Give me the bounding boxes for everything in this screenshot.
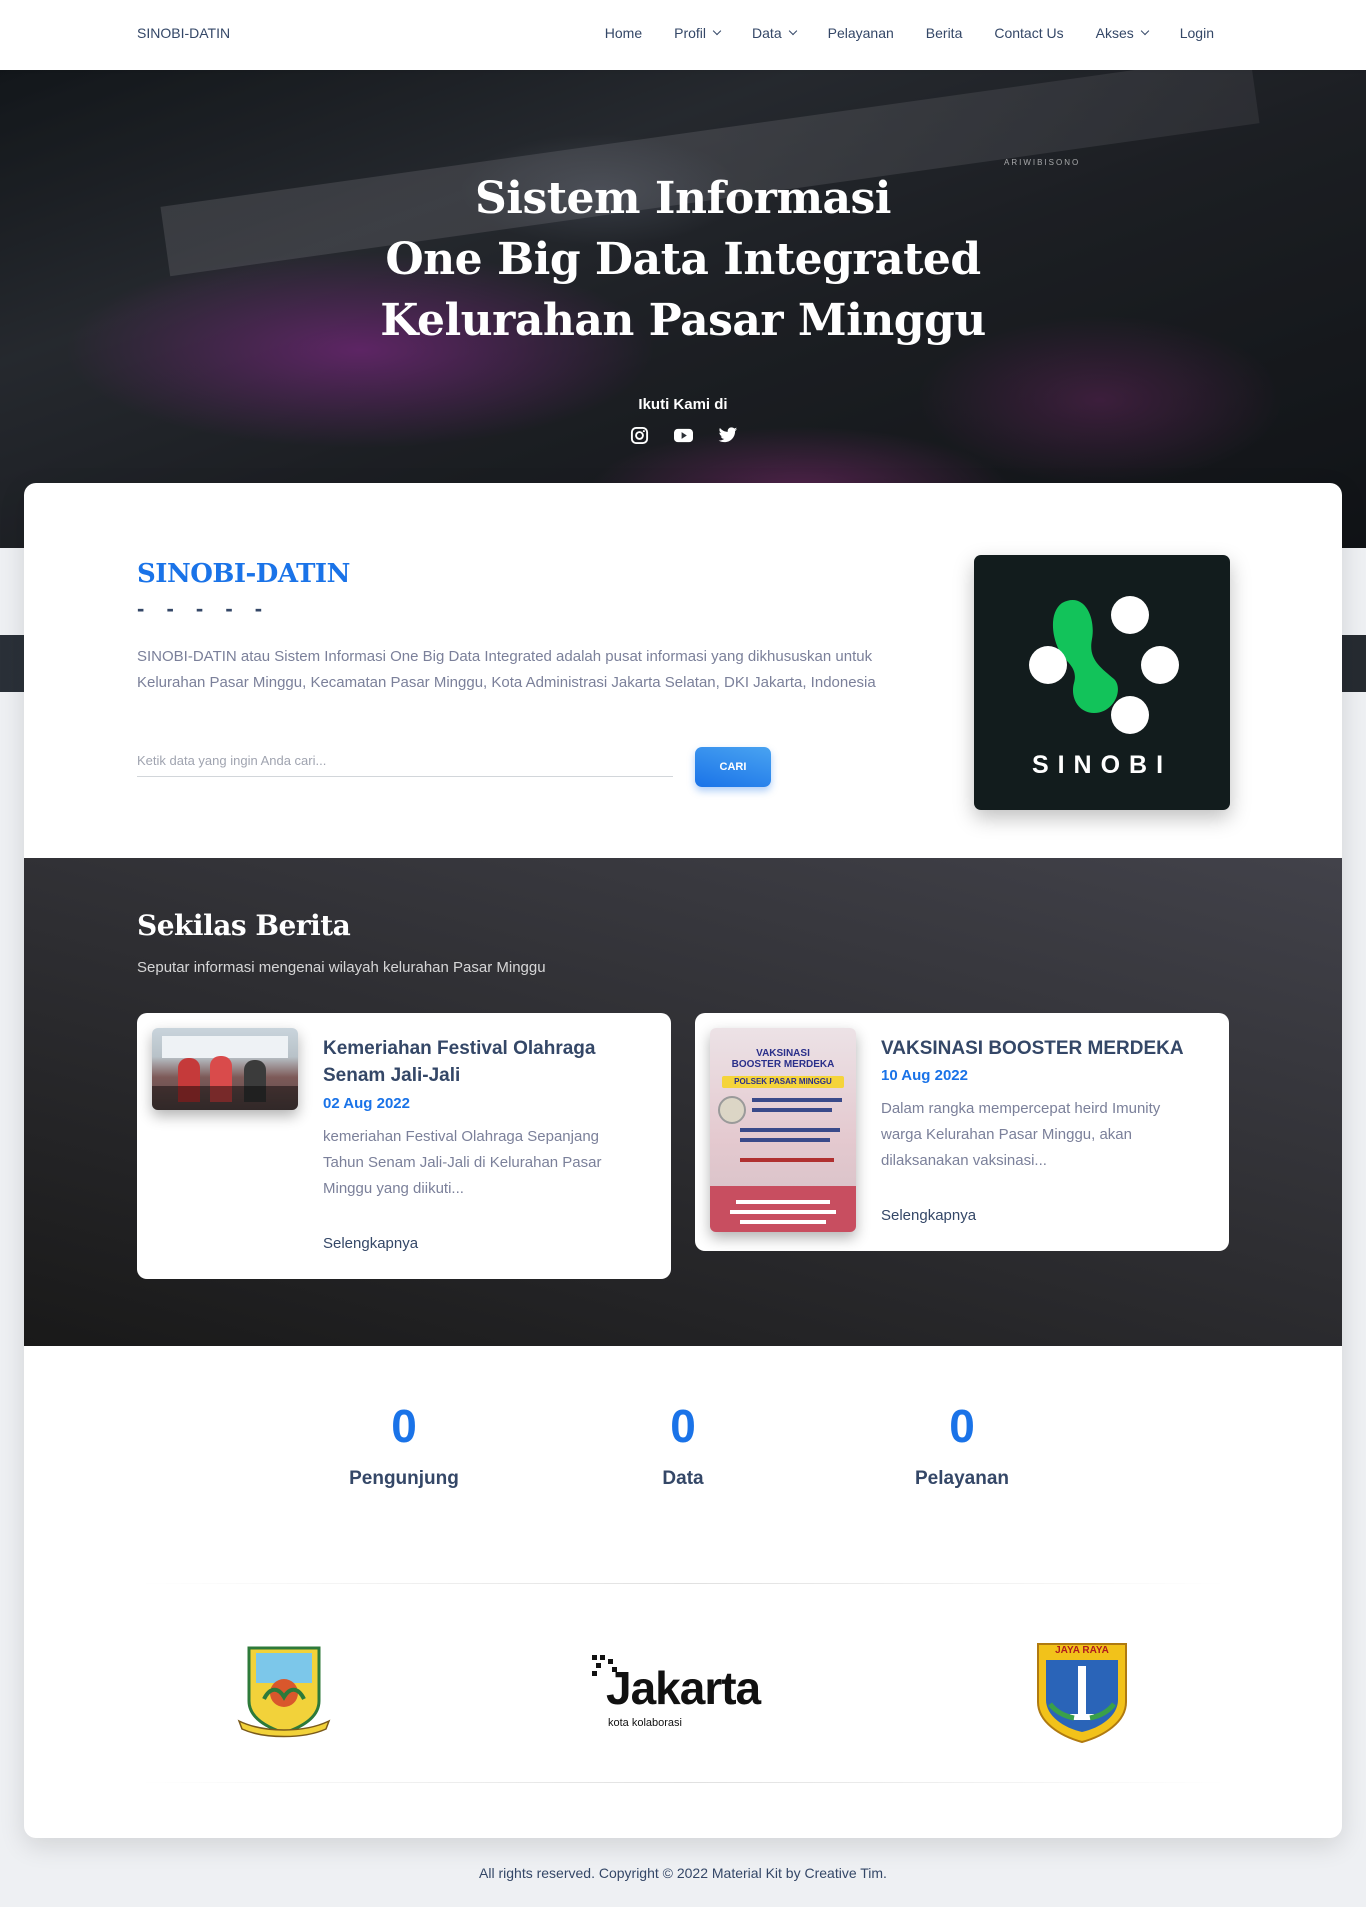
sinobi-mark-icon [1029, 596, 1179, 734]
youtube-icon[interactable] [673, 426, 694, 445]
instagram-icon[interactable] [630, 426, 649, 445]
footer-copyright: All rights reserved. Copyright © 2022 Ma… [479, 1865, 887, 1881]
brand-link[interactable]: SINOBI-DATIN [137, 25, 230, 41]
news-thumbnail[interactable]: VAKSINASI BOOSTER MERDEKA POLSEK PASAR M… [710, 1028, 856, 1232]
news-excerpt: kemeriahan Festival Olahraga Sepanjang T… [323, 1128, 602, 1197]
nav-contact-us[interactable]: Contact Us [994, 25, 1063, 41]
caption-overlay [152, 1086, 298, 1110]
divider [137, 1782, 1229, 1783]
news-title: Sekilas Berita [137, 909, 351, 942]
about-divider: - - - - - [137, 596, 271, 621]
read-more-link[interactable]: Selengkapnya [881, 1207, 976, 1224]
nav-links: Home Profil Data Pelayanan Berita Contac… [573, 25, 1214, 41]
stat-value: 0 [670, 1400, 696, 1452]
news-subtitle: Seputar informasi mengenai wilayah kelur… [137, 959, 546, 976]
news-title-link[interactable]: Kemeriahan Festival Olahraga Senam Jali-… [323, 1035, 623, 1089]
sinobi-logo-text: SINOBI [1031, 751, 1173, 779]
poster-footer [710, 1186, 856, 1232]
sinobi-logo: SINOBI [974, 555, 1230, 810]
social-links [630, 426, 738, 445]
news-title-link[interactable]: VAKSINASI BOOSTER MERDEKA [881, 1035, 1201, 1062]
divider [137, 1583, 1229, 1584]
stat-value: 0 [391, 1400, 417, 1452]
nav-profil-dropdown[interactable]: Profil [674, 25, 722, 41]
chevron-down-icon [1140, 26, 1149, 36]
news-card[interactable]: Kemeriahan Festival Olahraga Senam Jali-… [137, 1013, 671, 1279]
nav-pelayanan[interactable]: Pelayanan [828, 25, 894, 41]
search-input[interactable] [137, 745, 673, 777]
stat-label: Pelayanan [915, 1468, 1009, 1489]
jaksel-emblem-icon [237, 1646, 331, 1738]
poster-text-line [752, 1108, 832, 1112]
stat-visitors: 0 Pengunjung [304, 1400, 504, 1490]
jakarta-logo: Jakarta kota kolaborasi [592, 1653, 782, 1733]
poster-text-line [740, 1128, 840, 1132]
jaksel-emblem [234, 1643, 334, 1739]
about-title: SINOBI-DATIN [137, 559, 350, 589]
jakarta-wordmark: Jakarta [606, 1662, 761, 1714]
dki-banner-text: JAYA RAYA [1055, 1645, 1109, 1656]
hero-title: Sistem Informasi One Big Data Integrated… [380, 173, 986, 346]
stat-value: 0 [949, 1400, 975, 1452]
poster-banner: POLSEK PASAR MINGGU [722, 1076, 844, 1088]
stat-data: 0 Data [583, 1400, 783, 1490]
chevron-down-icon [712, 26, 722, 36]
news-date: 10 Aug 2022 [881, 1067, 968, 1084]
stat-label: Pengunjung [349, 1468, 459, 1489]
photo-watermark: ARIWIBISONO [1004, 158, 1081, 167]
search-button[interactable]: CARI [695, 747, 771, 787]
poster-heading: VAKSINASI BOOSTER MERDEKA [731, 1048, 835, 1070]
follow-label: Ikuti Kami di [638, 396, 728, 413]
jakarta-tagline: kota kolaborasi [608, 1717, 682, 1729]
nav-data-dropdown[interactable]: Data [752, 25, 797, 41]
stat-services: 0 Pelayanan [862, 1400, 1062, 1490]
news-section: Sekilas Berita Seputar informasi mengena… [24, 858, 1342, 1346]
nav-home[interactable]: Home [605, 25, 642, 41]
news-thumbnail[interactable] [152, 1028, 298, 1110]
news-excerpt: Dalam rangka mempercepat heird Imunity w… [881, 1100, 1161, 1169]
chevron-down-icon [788, 26, 797, 36]
about-description: SINOBI-DATIN atau Sistem Informasi One B… [137, 648, 876, 691]
navbar: SINOBI-DATIN Home Profil Data Pelayanan … [0, 0, 1366, 70]
banner-shape [162, 1036, 288, 1058]
main-card: SINOBI-DATIN - - - - - SINOBI-DATIN atau… [24, 483, 1342, 1838]
news-card[interactable]: VAKSINASI BOOSTER MERDEKA POLSEK PASAR M… [695, 1013, 1229, 1251]
read-more-link[interactable]: Selengkapnya [323, 1235, 418, 1252]
twitter-icon[interactable] [718, 426, 738, 445]
poster-text-line [752, 1098, 842, 1102]
nav-berita[interactable]: Berita [926, 25, 963, 41]
stat-label: Data [662, 1468, 704, 1489]
nav-akses-dropdown[interactable]: Akses [1096, 25, 1149, 41]
news-date: 02 Aug 2022 [323, 1095, 410, 1112]
poster-text-line [740, 1158, 834, 1162]
poster-text-line [740, 1138, 830, 1142]
clock-icon [718, 1096, 746, 1124]
nav-login[interactable]: Login [1180, 25, 1214, 41]
hero-banner: ARIWIBISONO Sistem Informasi One Big Dat… [0, 70, 1366, 548]
dki-emblem: JAYA RAYA [1034, 1640, 1130, 1744]
